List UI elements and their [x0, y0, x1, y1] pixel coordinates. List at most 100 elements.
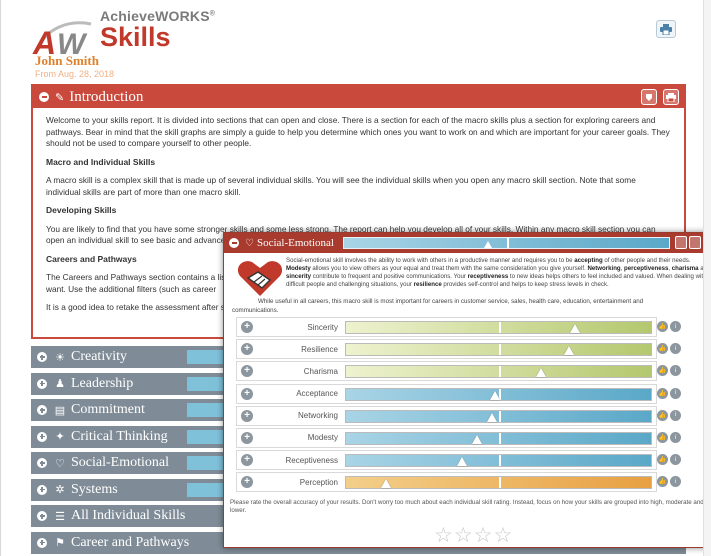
expand-icon[interactable]: +	[241, 321, 253, 333]
expand-icon[interactable]: +	[241, 387, 253, 400]
printer-icon	[666, 92, 676, 102]
expand-icon[interactable]: +	[241, 476, 253, 489]
badge-button[interactable]	[675, 236, 687, 249]
skill-row-receptiveness[interactable]: + Receptiveness	[236, 450, 657, 471]
expand-icon[interactable]	[37, 378, 47, 389]
thumbs-up-icon[interactable]: 👍	[657, 343, 668, 355]
macro-skill-label: Systems	[71, 481, 118, 497]
skill-score-bar	[345, 365, 652, 379]
megaphone-icon: ✎	[55, 91, 65, 104]
skill-row-charisma[interactable]: + Charisma	[236, 361, 657, 382]
career-note-cont: communications.	[232, 307, 279, 314]
description-text: contribute to frequent and positive comm…	[311, 273, 468, 281]
skill-score-bar	[345, 454, 652, 468]
midline	[498, 432, 501, 444]
info-icon[interactable]: i	[670, 454, 681, 466]
info-icon[interactable]: i	[670, 321, 681, 332]
scrollbar[interactable]	[703, 0, 711, 556]
expand-icon[interactable]	[37, 484, 47, 495]
score-marker	[490, 390, 501, 400]
handshake-heart-icon	[237, 261, 283, 296]
expand-icon[interactable]	[37, 405, 47, 415]
print-button[interactable]	[656, 20, 676, 38]
skill-label: Networking	[297, 411, 338, 421]
info-icon[interactable]: i	[670, 409, 681, 421]
thumbs-up-icon[interactable]: 👍	[657, 476, 668, 488]
intro-heading: Macro and Individual Skills	[46, 156, 156, 167]
thumbs-up-icon[interactable]: 👍	[657, 387, 668, 399]
popup-header[interactable]: ♡ Social-Emotional	[224, 233, 711, 253]
macro-skill-bar	[187, 429, 227, 444]
macro-skill-label: Career and Pathways	[71, 534, 190, 550]
macro-skill-bar	[187, 456, 227, 470]
score-marker	[536, 368, 547, 378]
macro-skill-bar	[187, 350, 227, 364]
expand-icon[interactable]: +	[241, 365, 253, 378]
badge-button[interactable]	[641, 89, 657, 105]
expand-icon[interactable]	[37, 458, 47, 468]
thumbs-up-icon[interactable]: 👍	[657, 454, 668, 466]
intro-heading: Developing Skills	[46, 205, 117, 215]
popup-title: Social-Emotional	[256, 237, 334, 249]
star-icon[interactable]: ☆	[474, 525, 493, 546]
thumbs-up-icon[interactable]: 👍	[657, 365, 668, 377]
skill-label: Perception	[299, 477, 338, 487]
expand-icon[interactable]	[37, 431, 47, 442]
collapse-icon[interactable]	[229, 238, 239, 248]
star-icon[interactable]: ☆	[493, 525, 512, 546]
list-icon: ☰	[55, 510, 65, 523]
info-icon[interactable]: i	[670, 476, 681, 488]
skill-actions: 👍 i	[657, 321, 681, 332]
skill-keyword: Networking	[587, 265, 621, 273]
info-icon[interactable]: i	[670, 343, 681, 355]
skill-row-resilience[interactable]: + Resilience	[236, 339, 657, 360]
rating-stars[interactable]: ☆ ☆ ☆ ☆	[434, 525, 512, 546]
skill-label: Resilience	[301, 344, 338, 354]
print-section-button[interactable]	[663, 89, 679, 105]
expand-icon[interactable]: +	[241, 454, 253, 467]
collapse-icon[interactable]	[39, 92, 49, 102]
skill-keyword: perceptiveness	[624, 265, 669, 273]
macro-skill-bar	[187, 403, 227, 417]
macro-skill-label: Critical Thinking	[71, 428, 168, 444]
skill-actions: 👍 i	[657, 365, 681, 377]
midline	[498, 322, 501, 333]
star-icon[interactable]: ☆	[434, 525, 453, 546]
expand-icon[interactable]: +	[241, 409, 253, 422]
lightbulb-icon: ☀	[55, 351, 65, 364]
clipboard-icon: ▤	[54, 404, 66, 417]
skill-row-perception[interactable]: + Perception	[236, 472, 657, 493]
info-icon[interactable]: i	[670, 365, 681, 377]
expand-icon[interactable]	[37, 352, 47, 362]
thumbs-up-icon[interactable]: 👍	[657, 432, 668, 443]
skill-row-networking[interactable]: + Networking	[236, 405, 657, 426]
score-marker	[487, 412, 498, 422]
skill-row-sincerity[interactable]: + Sincerity	[236, 317, 657, 337]
skill-label: Charisma	[303, 366, 338, 376]
skill-keyword: charisma	[671, 265, 699, 273]
macro-skill-bar	[187, 376, 227, 391]
score-marker	[456, 457, 467, 467]
skill-keyword: resilience	[413, 281, 442, 289]
skill-row-acceptance[interactable]: + Acceptance	[236, 383, 657, 404]
expand-icon[interactable]	[37, 511, 47, 521]
thumbs-up-icon[interactable]: 👍	[657, 409, 668, 421]
skill-keyword: sincerity	[286, 273, 312, 281]
expand-icon[interactable]: +	[241, 343, 253, 356]
expand-icon[interactable]: +	[241, 431, 253, 444]
midline	[498, 366, 501, 378]
thumbs-up-icon[interactable]: 👍	[657, 321, 668, 332]
user-name: John Smith	[35, 53, 99, 68]
skill-score-bar	[345, 431, 652, 445]
report-page: A W AchieveWORKS® Skills John Smith From…	[0, 0, 711, 556]
description-text: Social-emotional skill involves the abil…	[286, 257, 575, 264]
info-icon[interactable]: i	[670, 432, 681, 443]
expand-icon[interactable]	[37, 537, 47, 548]
shield-button[interactable]	[689, 236, 701, 249]
introduction-header[interactable]: ✎ Introduction	[33, 86, 684, 108]
description-text: of other people and their needs.	[602, 257, 691, 264]
star-icon[interactable]: ☆	[454, 525, 473, 546]
skill-score-bar	[345, 476, 652, 490]
info-icon[interactable]: i	[670, 387, 681, 399]
skill-row-modesty[interactable]: + Modesty	[236, 427, 657, 448]
